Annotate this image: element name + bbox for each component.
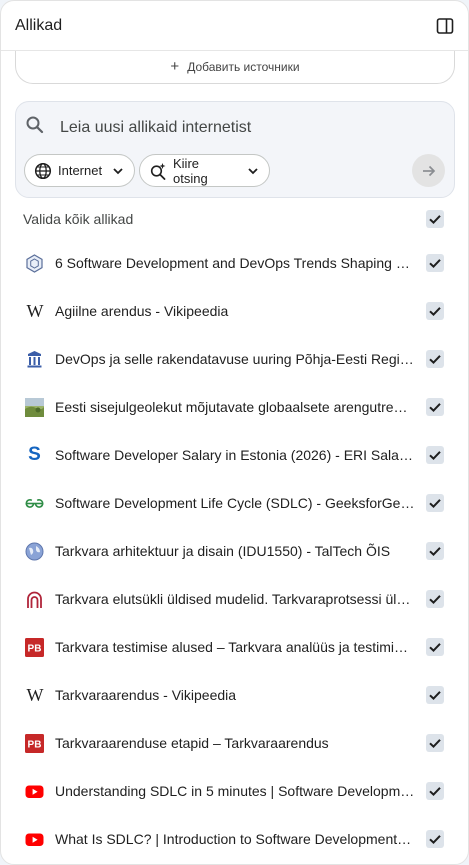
source-checkbox[interactable]	[426, 590, 444, 608]
source-item[interactable]: PB Tarkvara testimise alused – Tarkvara a…	[1, 623, 468, 671]
search-icon	[26, 116, 44, 134]
institution-crest-icon	[25, 350, 44, 369]
source-title: Tarkvaraarendus - Vikipeedia	[55, 687, 237, 703]
source-item[interactable]: W Tarkvaraarendus - Vikipeedia	[1, 671, 468, 719]
source-type-label: Internet	[58, 163, 103, 178]
source-checkbox[interactable]	[426, 686, 444, 704]
landscape-thumbnail-icon	[25, 397, 44, 417]
source-item[interactable]: PB Tarkvaraarenduse etapid – Tarkvaraaren…	[1, 719, 468, 767]
eri-s-icon: S	[28, 444, 41, 465]
source-item[interactable]: Software Development Life Cycle (SDLC) -…	[1, 479, 468, 527]
source-type-dropdown[interactable]: Internet	[24, 154, 135, 187]
source-title: Tarkvara elutsükli üldised mudelid. Tark…	[55, 591, 411, 607]
source-checkbox[interactable]	[426, 446, 444, 464]
source-checkbox[interactable]	[426, 638, 444, 656]
source-title: 6 Software Development and DevOps Trends…	[55, 255, 415, 271]
globe-icon	[34, 162, 52, 180]
submit-search-button[interactable]	[412, 154, 445, 187]
hexagon-icon	[25, 253, 44, 273]
select-all-checkbox[interactable]	[426, 210, 444, 228]
svg-text:PB: PB	[28, 739, 42, 750]
source-item[interactable]: 6 Software Development and DevOps Trends…	[1, 239, 468, 287]
source-title: Tarkvara arhitektuur ja disain (IDU1550)…	[55, 543, 391, 559]
sidebar-toggle-icon	[436, 17, 454, 34]
pb-icon: PB	[25, 733, 44, 753]
checkmark-icon	[429, 259, 441, 269]
search-input[interactable]	[60, 114, 430, 142]
source-checkbox[interactable]	[426, 398, 444, 416]
svg-text:PB: PB	[28, 643, 42, 654]
checkmark-icon	[429, 403, 441, 413]
sparkle-search-icon	[149, 162, 167, 180]
pb-icon: PB	[25, 637, 44, 657]
source-title: Tarkvara testimise alused – Tarkvara ana…	[55, 639, 409, 655]
source-checkbox[interactable]	[426, 542, 444, 560]
source-title: Eesti sisejulgeolekut mõjutavate globaal…	[55, 399, 408, 415]
sources-panel: Allikad + Добавить источники Leia uusi a…	[0, 0, 469, 865]
checkmark-icon	[429, 739, 441, 749]
panel-title: Allikad	[15, 16, 63, 34]
checkmark-icon	[429, 355, 441, 365]
checkmark-icon	[429, 499, 441, 509]
source-item[interactable]: Understanding SDLC in 5 minutes | Softwa…	[1, 767, 468, 815]
checkmark-icon	[429, 307, 441, 317]
source-item[interactable]: What Is SDLC? | Introduction to Software…	[1, 815, 468, 863]
checkmark-icon	[429, 691, 441, 701]
wikipedia-icon: W	[26, 684, 44, 705]
select-all-label: Valida kõik allikad	[23, 211, 134, 227]
collapse-panel-button[interactable]	[432, 13, 458, 39]
source-checkbox[interactable]	[426, 734, 444, 752]
discover-sources-box: Internet Kiire otsing	[15, 101, 455, 198]
source-checkbox[interactable]	[426, 302, 444, 320]
arch-logo-icon	[25, 590, 44, 609]
wikipedia-icon: W	[26, 300, 44, 321]
add-source-label: Добавить источники	[187, 60, 300, 74]
source-item[interactable]: Eesti sisejulgeolekut mõjutavate globaal…	[1, 383, 468, 431]
checkmark-icon	[429, 835, 441, 845]
search-mode-label: Kiire otsing	[173, 155, 208, 186]
source-title: Agiilne arendus - Vikipeedia	[55, 303, 229, 319]
checkmark-icon	[429, 787, 441, 797]
source-item[interactable]: S Software Developer Salary in Estonia (2…	[1, 431, 468, 479]
geeksforgeeks-icon	[25, 494, 44, 513]
source-checkbox[interactable]	[426, 254, 444, 272]
checkmark-icon	[429, 643, 441, 653]
panel-header: Allikad	[1, 1, 468, 51]
source-checkbox[interactable]	[426, 782, 444, 800]
plus-icon: +	[170, 58, 180, 75]
source-checkbox[interactable]	[426, 350, 444, 368]
chevron-down-icon	[112, 165, 124, 177]
source-title: Software Development Life Cycle (SDLC) -…	[55, 495, 415, 511]
add-source-button[interactable]: + Добавить источники	[15, 51, 455, 84]
source-title: What Is SDLC? | Introduction to Software…	[55, 831, 415, 847]
source-title: DevOps ja selle rakendatavuse uuring Põh…	[55, 351, 414, 367]
youtube-icon	[25, 782, 44, 801]
checkmark-icon	[429, 595, 441, 605]
source-item[interactable]: Tarkvara arhitektuur ja disain (IDU1550)…	[1, 527, 468, 575]
source-title: Understanding SDLC in 5 minutes | Softwa…	[55, 783, 415, 799]
source-item[interactable]: DevOps ja selle rakendatavuse uuring Põh…	[1, 335, 468, 383]
arrow-right-icon	[422, 165, 435, 176]
globe-icon	[25, 542, 44, 561]
source-title: Tarkvaraarenduse etapid – Tarkvaraarendu…	[55, 735, 329, 751]
source-item[interactable]: Tarkvara elutsükli üldised mudelid. Tark…	[1, 575, 468, 623]
checkmark-icon	[429, 215, 441, 225]
checkmark-icon	[429, 451, 441, 461]
select-all-row: Valida kõik allikad	[1, 206, 468, 232]
search-mode-dropdown[interactable]: Kiire otsing	[139, 154, 270, 187]
source-checkbox[interactable]	[426, 494, 444, 512]
youtube-icon	[25, 830, 44, 849]
source-title: Software Developer Salary in Estonia (20…	[55, 447, 415, 463]
chevron-down-icon	[247, 165, 259, 177]
source-item[interactable]: W Agiilne arendus - Vikipeedia	[1, 287, 468, 335]
checkmark-icon	[429, 547, 441, 557]
source-checkbox[interactable]	[426, 830, 444, 848]
